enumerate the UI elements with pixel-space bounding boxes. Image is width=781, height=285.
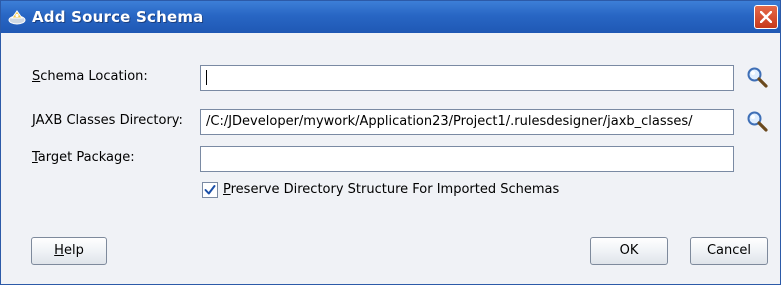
browse-jaxb-directory-button[interactable]: [745, 109, 769, 133]
cancel-button[interactable]: Cancel: [690, 237, 768, 265]
magnifier-icon: [747, 67, 768, 88]
close-button[interactable]: [754, 5, 778, 29]
schema-location-input[interactable]: [200, 65, 734, 91]
checkmark-icon: [204, 185, 216, 195]
close-icon: [760, 11, 772, 23]
text-caret: [206, 70, 207, 85]
magnifier-icon: [747, 111, 768, 132]
target-package-input[interactable]: [200, 146, 734, 172]
schema-location-label: Schema Location:: [32, 69, 148, 84]
help-button[interactable]: Help: [31, 237, 107, 265]
target-package-label: Target Package:: [32, 150, 135, 165]
jaxb-classes-directory-input[interactable]: /C:/JDeveloper/mywork/Application23/Proj…: [200, 109, 734, 135]
preserve-structure-label[interactable]: Preserve Directory Structure For Importe…: [223, 182, 559, 197]
add-source-schema-dialog: Add Source Schema Schema Location: JAXB …: [0, 0, 781, 285]
jaxb-classes-directory-label: JAXB Classes Directory:: [32, 113, 183, 128]
schema-icon: [8, 9, 26, 25]
ok-button[interactable]: OK: [590, 237, 668, 265]
title-bar[interactable]: Add Source Schema: [1, 1, 780, 33]
preserve-structure-checkbox[interactable]: [202, 182, 218, 198]
browse-schema-location-button[interactable]: [745, 65, 769, 89]
dialog-title: Add Source Schema: [32, 8, 204, 26]
